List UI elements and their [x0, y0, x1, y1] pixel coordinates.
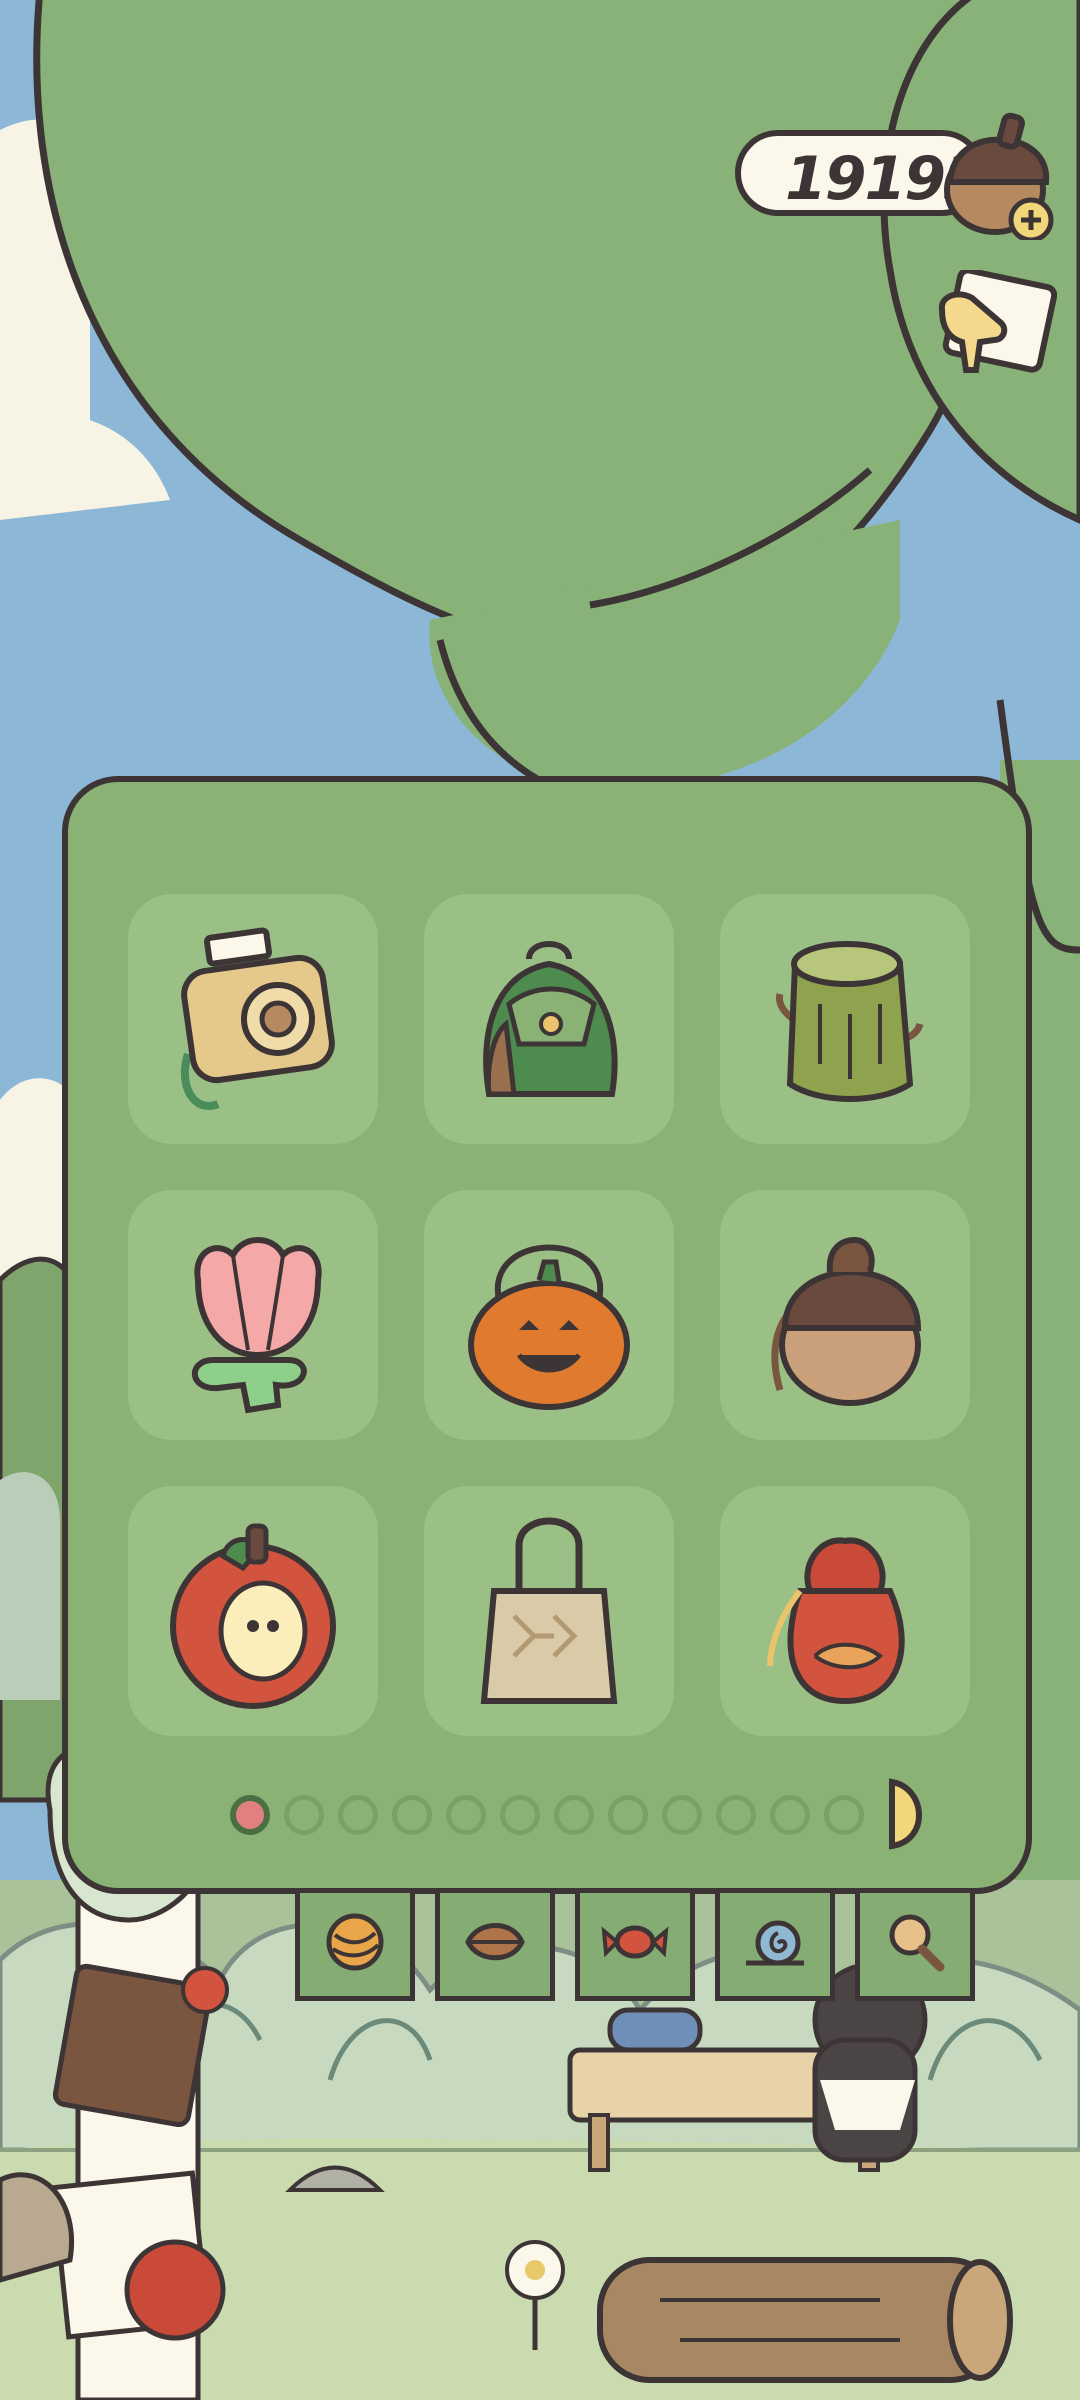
tulip-bag-icon [191, 1237, 322, 1414]
page-dot[interactable] [338, 1795, 378, 1835]
yarn-icon [326, 1913, 384, 1971]
tote-bag-icon [480, 1517, 618, 1704]
candy-icon [601, 1925, 669, 1959]
next-arrow-icon [889, 1778, 922, 1850]
backpack-icon [483, 941, 618, 1097]
stump-bag-icon [776, 941, 924, 1102]
page-dot[interactable] [716, 1795, 756, 1835]
page-dot[interactable] [392, 1795, 432, 1835]
page-dot[interactable] [608, 1795, 648, 1835]
tab-yarn[interactable] [295, 1893, 415, 2001]
page-dot[interactable] [770, 1795, 810, 1835]
bag-slot-tote[interactable] [424, 1486, 674, 1736]
bag-slot-stump[interactable] [720, 894, 970, 1144]
bag-slot-tulip[interactable] [128, 1190, 378, 1440]
page-dot-active[interactable] [230, 1795, 270, 1835]
page-dot[interactable] [554, 1795, 594, 1835]
mail-button[interactable] [932, 267, 1058, 388]
leaf-icon [465, 1923, 525, 1961]
magnifier-icon [889, 1914, 945, 1972]
bag-slot-camera[interactable] [128, 894, 378, 1144]
camera-bag-icon [180, 927, 335, 1110]
page-dot[interactable] [824, 1795, 864, 1835]
pouch-bag-icon [767, 1537, 905, 1705]
page-dot[interactable] [500, 1795, 540, 1835]
bag-slot-pouch[interactable] [720, 1486, 970, 1736]
page-dot[interactable] [284, 1795, 324, 1835]
next-page-button[interactable] [886, 1778, 932, 1850]
tab-magnifier[interactable] [855, 1893, 975, 2001]
bag-slot-apple[interactable] [128, 1486, 378, 1736]
pumpkin-bag-icon [468, 1244, 630, 1410]
tab-snail[interactable] [715, 1893, 835, 2001]
tab-leaf[interactable] [435, 1893, 555, 2001]
acorn-bag-icon [771, 1236, 922, 1406]
page-dot[interactable] [662, 1795, 702, 1835]
bag-slot-backpack[interactable] [424, 894, 674, 1144]
acorn-add-button[interactable] [940, 110, 1060, 243]
tab-candy[interactable] [575, 1893, 695, 2001]
bag-slot-acorn[interactable] [720, 1190, 970, 1440]
snail-icon [746, 1920, 804, 1966]
apple-bag-icon [170, 1523, 336, 1709]
bag-selection-panel [62, 776, 1032, 1894]
mail-icon [938, 267, 1058, 373]
bag-slot-pumpkin[interactable] [424, 1190, 674, 1440]
acorn-icon [944, 112, 1054, 243]
page-dot[interactable] [446, 1795, 486, 1835]
